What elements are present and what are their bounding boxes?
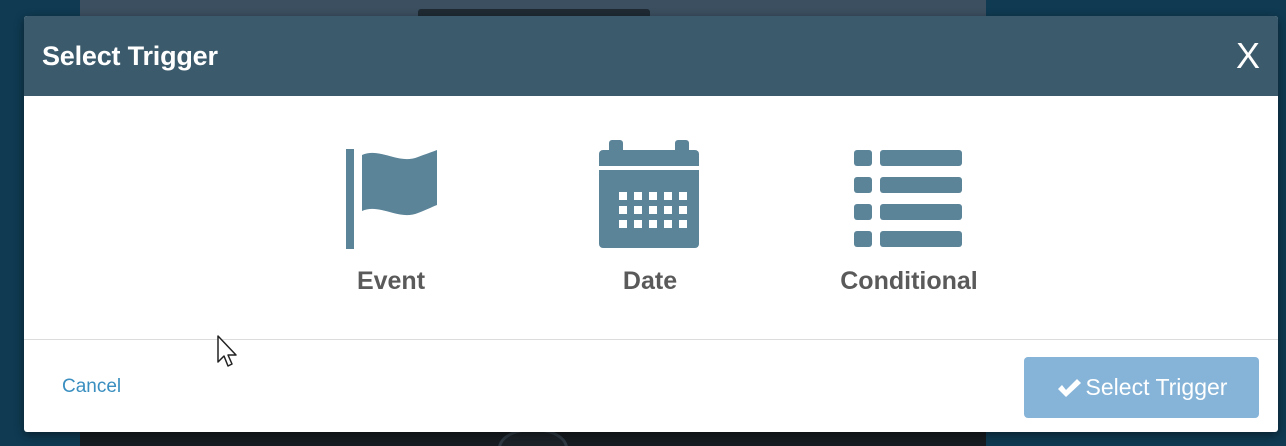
list-icon: [854, 150, 962, 247]
modal-title: Select Trigger: [42, 40, 218, 71]
select-trigger-button-label: Select Trigger: [1085, 374, 1228, 400]
select-trigger-modal: Select Trigger X Event Date Conditional …: [24, 16, 1278, 432]
check-icon: [1057, 378, 1081, 397]
flag-icon: [346, 149, 437, 249]
modal-footer: Cancel Select Trigger: [24, 340, 1278, 432]
cancel-link[interactable]: Cancel: [62, 376, 121, 398]
trigger-option-event-label: Event: [356, 267, 426, 295]
trigger-option-date-label: Date: [622, 267, 678, 295]
trigger-option-conditional-label: Conditional: [840, 267, 978, 295]
trigger-options: Event Date Conditional: [24, 96, 1278, 340]
mouse-cursor-icon: [217, 335, 237, 367]
select-trigger-button[interactable]: Select Trigger: [1024, 357, 1259, 418]
modal-header: Select Trigger X: [24, 16, 1278, 96]
calendar-icon: [599, 140, 699, 248]
close-button[interactable]: X: [1236, 38, 1260, 74]
